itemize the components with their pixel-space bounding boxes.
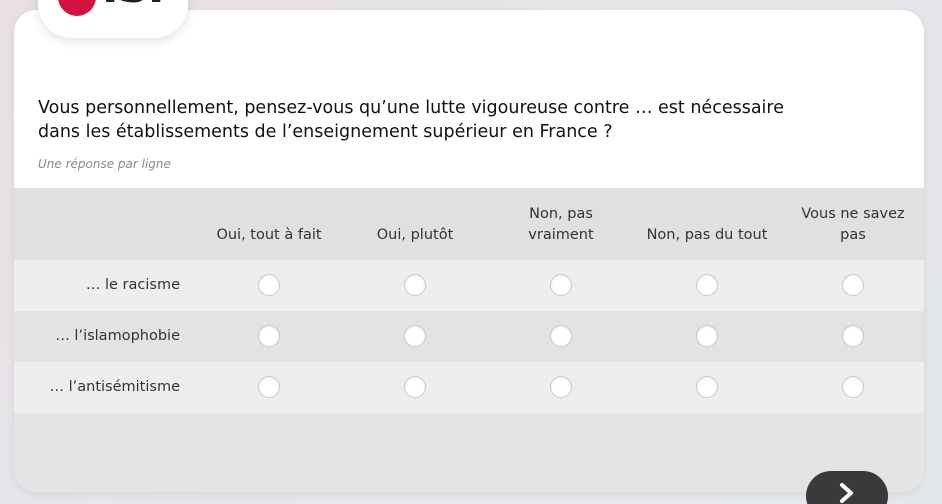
question-text: Vous personnellement, pensez-vous qu’une… bbox=[38, 98, 784, 142]
row-label: … l’islamophobie bbox=[55, 328, 180, 344]
radio-antisemitisme-ne-sait-pas[interactable] bbox=[842, 376, 864, 398]
logo-dot-icon bbox=[58, 0, 96, 16]
logo-text: ISP bbox=[102, 0, 180, 10]
radio-islamophobie-ne-sait-pas[interactable] bbox=[842, 325, 864, 347]
column-header-ne-sait-pas: Vous ne savez pas bbox=[801, 206, 905, 243]
radio-islamophobie-non-pas-vraiment[interactable] bbox=[550, 325, 572, 347]
survey-card: Vous personnellement, pensez-vous qu’une… bbox=[14, 10, 924, 492]
column-header-non-pas-vraiment: Non, pas vraiment bbox=[528, 206, 594, 243]
row-label: … le racisme bbox=[85, 277, 180, 293]
radio-antisemitisme-oui-plutot[interactable] bbox=[404, 376, 426, 398]
brand-logo: ISP bbox=[38, 0, 188, 38]
radio-racisme-oui-plutot[interactable] bbox=[404, 274, 426, 296]
radio-racisme-non-pas-vraiment[interactable] bbox=[550, 274, 572, 296]
chevron-right-icon bbox=[840, 483, 853, 503]
next-button[interactable] bbox=[806, 471, 888, 504]
response-grid: Oui, tout à fait Oui, plutôt Non, pas vr… bbox=[14, 188, 924, 492]
grid-header: Oui, tout à fait Oui, plutôt Non, pas vr… bbox=[14, 188, 924, 260]
grid-row-antisemitisme: … l’antisémitisme bbox=[14, 362, 924, 413]
radio-racisme-ne-sait-pas[interactable] bbox=[842, 274, 864, 296]
column-header-oui-plutot: Oui, plutôt bbox=[376, 227, 454, 243]
column-header-oui-tout-a-fait: Oui, tout à fait bbox=[216, 227, 322, 243]
question-hint: Une réponse par ligne bbox=[38, 157, 171, 171]
radio-antisemitisme-oui-tout-a-fait[interactable] bbox=[258, 376, 280, 398]
radio-antisemitisme-non-pas-du-tout[interactable] bbox=[696, 376, 718, 398]
radio-islamophobie-oui-tout-a-fait[interactable] bbox=[258, 325, 280, 347]
grid-row-racisme: … le racisme bbox=[14, 260, 924, 311]
radio-racisme-non-pas-du-tout[interactable] bbox=[696, 274, 718, 296]
row-label: … l’antisémitisme bbox=[49, 379, 180, 395]
grid-row-islamophobie: … l’islamophobie bbox=[14, 311, 924, 362]
radio-islamophobie-non-pas-du-tout[interactable] bbox=[696, 325, 718, 347]
radio-antisemitisme-non-pas-vraiment[interactable] bbox=[550, 376, 572, 398]
radio-islamophobie-oui-plutot[interactable] bbox=[404, 325, 426, 347]
radio-racisme-oui-tout-a-fait[interactable] bbox=[258, 274, 280, 296]
column-header-non-pas-du-tout: Non, pas du tout bbox=[646, 227, 768, 243]
